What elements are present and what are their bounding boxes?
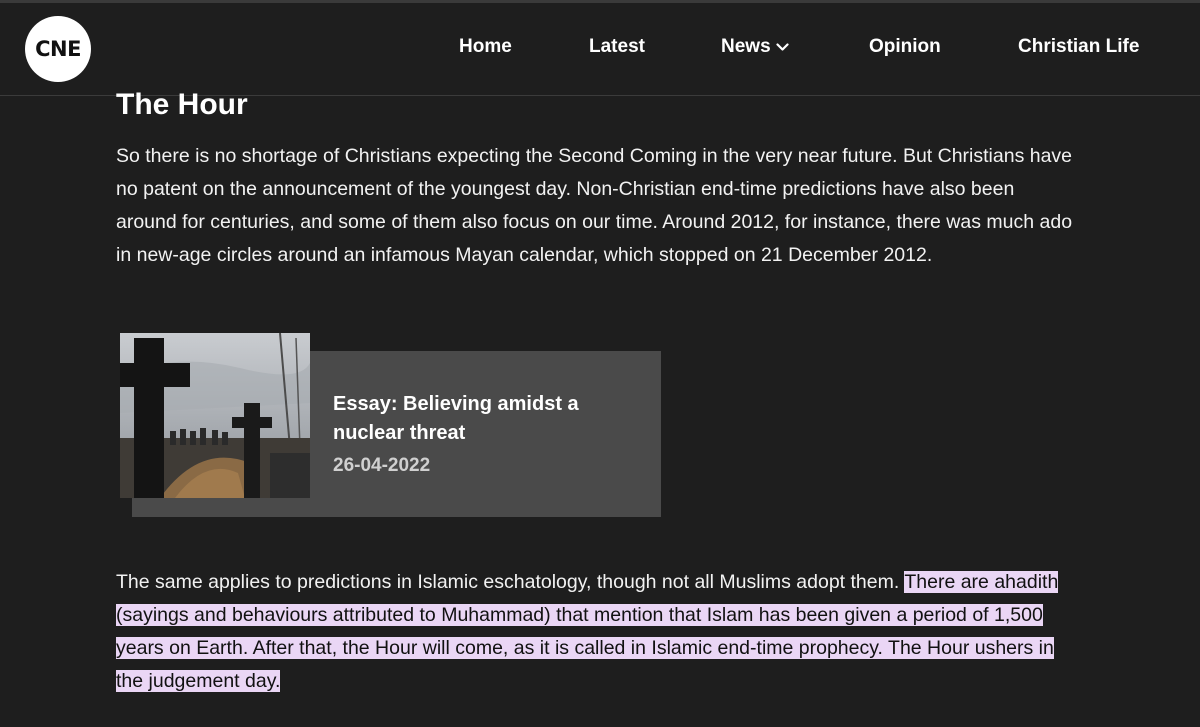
related-article-date: 26-04-2022 (333, 455, 431, 476)
nav-home[interactable]: Home (459, 36, 512, 58)
nav-news[interactable]: News (721, 36, 789, 58)
related-article-image[interactable] (120, 333, 310, 498)
nav-opinion[interactable]: Opinion (869, 36, 941, 58)
nav-christian-life[interactable]: Christian Life (1018, 36, 1139, 58)
related-article-title[interactable]: Essay: Believing amidst a nuclear threat (333, 390, 633, 448)
nav-news-label: News (721, 36, 771, 58)
section-heading: The Hour (116, 88, 248, 121)
paragraph-2-text: The same applies to predictions in Islam… (116, 571, 905, 593)
chevron-down-icon (776, 36, 789, 58)
nav-latest[interactable]: Latest (589, 36, 645, 58)
article-paragraph-1: So there is no shortage of Christians ex… (116, 145, 1073, 266)
site-logo[interactable]: CNE (25, 16, 91, 82)
site-header: CNE Home Latest News Opinion Christian L… (0, 3, 1200, 96)
article-paragraph-2: The same applies to predictions in Islam… (116, 566, 1076, 698)
logo-text: CNE (35, 37, 81, 61)
